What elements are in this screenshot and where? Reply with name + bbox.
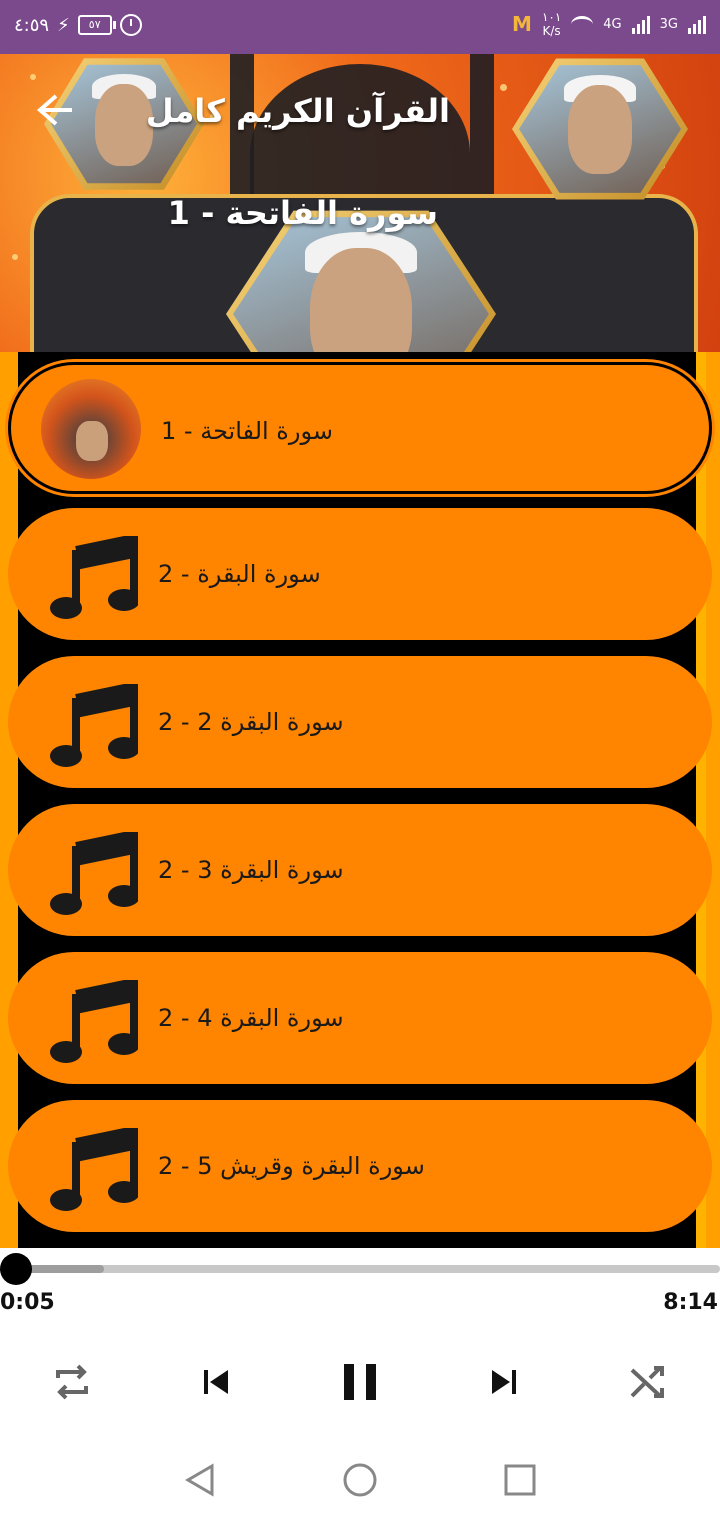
list-border-left bbox=[0, 352, 18, 1248]
battery-icon: ٥٧ bbox=[77, 15, 116, 35]
pause-icon[interactable] bbox=[336, 1358, 384, 1406]
network-speed-value: ١٠١ bbox=[541, 10, 562, 24]
network-speed: ١٠١ K/s bbox=[542, 10, 561, 38]
track-label: سورة الفاتحة - 1 bbox=[161, 417, 333, 445]
previous-track-icon[interactable] bbox=[192, 1358, 240, 1406]
total-duration: 8:14 bbox=[663, 1290, 718, 1315]
track-label: سورة البقرة 2 - 2 bbox=[158, 708, 344, 736]
shuffle-icon[interactable] bbox=[624, 1358, 672, 1406]
clock: ٤:٥٩ bbox=[14, 14, 50, 36]
track-label: سورة البقرة 4 - 2 bbox=[158, 1004, 344, 1032]
back-arrow-icon[interactable] bbox=[34, 92, 74, 128]
track-item-2[interactable]: سورة البقرة - 2 bbox=[8, 508, 712, 640]
track-list[interactable]: سورة الفاتحة - 1 سورة البقرة - 2 سورة ال… bbox=[0, 352, 720, 1248]
track-label: سورة البقرة وقريش 5 - 2 bbox=[158, 1152, 425, 1180]
list-stripe bbox=[696, 352, 706, 1248]
recents-nav-icon[interactable] bbox=[500, 1460, 540, 1500]
music-note-icon bbox=[50, 536, 138, 619]
now-playing-title: سورة الفاتحة - 1 bbox=[167, 194, 438, 232]
network-type-2: 3G bbox=[659, 16, 678, 32]
repeat-icon[interactable] bbox=[48, 1358, 96, 1406]
app-notification-icon: M bbox=[512, 12, 532, 36]
home-nav-icon[interactable] bbox=[340, 1460, 380, 1500]
reciter-portrait-right bbox=[512, 58, 688, 200]
back-nav-icon[interactable] bbox=[180, 1460, 220, 1500]
battery-level: ٥٧ bbox=[88, 18, 101, 31]
network-type-1: 4G bbox=[603, 16, 622, 32]
alarm-icon bbox=[119, 14, 142, 36]
track-item-1[interactable]: سورة الفاتحة - 1 bbox=[8, 362, 712, 494]
signal-icon-2 bbox=[688, 14, 706, 34]
signal-icon-1 bbox=[631, 14, 650, 34]
music-note-icon bbox=[50, 980, 138, 1063]
status-bar: ٤:٥٩ ⚡ ٥٧ M ١٠١ K/s 4G 3G bbox=[0, 0, 720, 54]
media-player: 0:05 8:14 bbox=[0, 1248, 720, 1440]
track-item-4[interactable]: سورة البقرة 3 - 2 bbox=[8, 804, 712, 936]
track-label: سورة البقرة 3 - 2 bbox=[158, 856, 344, 884]
seek-bar[interactable] bbox=[14, 1265, 720, 1273]
wifi-icon bbox=[571, 15, 594, 33]
system-nav-bar bbox=[0, 1440, 720, 1520]
music-note-icon bbox=[50, 684, 138, 767]
elapsed-time: 0:05 bbox=[0, 1290, 55, 1315]
status-left: ٤:٥٩ ⚡ ٥٧ bbox=[14, 14, 142, 36]
track-item-6[interactable]: سورة البقرة وقريش 5 - 2 bbox=[8, 1100, 712, 1232]
track-label: سورة البقرة - 2 bbox=[158, 560, 321, 588]
track-item-5[interactable]: سورة البقرة 4 - 2 bbox=[8, 952, 712, 1084]
network-speed-unit: K/s bbox=[542, 24, 561, 38]
status-right: M ١٠١ K/s 4G 3G bbox=[512, 10, 706, 38]
header-banner: القرآن الكريم كامل سورة الفاتحة - 1 bbox=[0, 54, 720, 352]
track-thumbnail bbox=[41, 379, 141, 479]
track-item-3[interactable]: سورة البقرة 2 - 2 bbox=[8, 656, 712, 788]
music-note-icon bbox=[50, 1128, 138, 1211]
seek-bar-thumb[interactable] bbox=[0, 1253, 32, 1285]
next-track-icon[interactable] bbox=[480, 1358, 528, 1406]
page-title: القرآن الكريم كامل bbox=[145, 92, 450, 130]
music-note-icon bbox=[50, 832, 138, 915]
charging-icon: ⚡ bbox=[57, 14, 70, 36]
